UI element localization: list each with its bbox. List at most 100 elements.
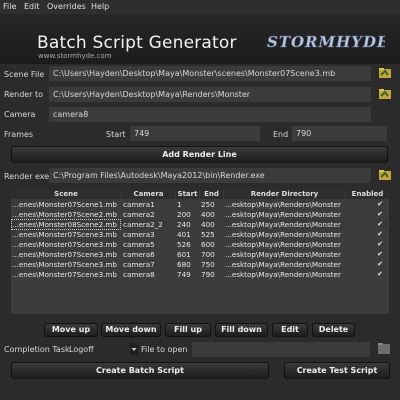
app-title: Batch Script Generator bbox=[37, 33, 237, 53]
col-header-camera[interactable]: Camera bbox=[122, 190, 175, 199]
add-render-line-button[interactable]: Add Render Line bbox=[11, 146, 388, 163]
table-cell-camera[interactable]: camera8 bbox=[123, 270, 175, 279]
col-header-render-directory[interactable]: Render Directory bbox=[224, 190, 345, 199]
edit-button[interactable]: Edit bbox=[272, 323, 308, 337]
table-cell-camera[interactable]: camera1 bbox=[123, 200, 175, 209]
table-cell-start[interactable]: 680 bbox=[177, 260, 199, 269]
move-down-button[interactable]: Move down bbox=[101, 323, 161, 337]
table-row[interactable]: ...enes\Monster07Scene3.mb camera6 601 700.… bbox=[11, 250, 389, 259]
fill-up-button[interactable]: Fill up bbox=[165, 323, 211, 337]
enabled-checkbox[interactable]: ✔ bbox=[375, 220, 385, 229]
table-row[interactable]: ...enes\Monster07Scene3.mb camera7 680 750.… bbox=[11, 260, 389, 269]
browse-scene-folder-icon[interactable] bbox=[378, 66, 392, 80]
table-row[interactable]: ...enes\Monster07Scene1.mb camera1 1 250...… bbox=[11, 200, 389, 209]
table-cell-scene[interactable]: ...enes\Monster07Scene2.mb bbox=[12, 210, 120, 219]
table-cell-start[interactable]: 526 bbox=[177, 240, 199, 249]
table-cell-dir[interactable]: ...esktop\Maya\Renders\Monster bbox=[225, 210, 345, 219]
table-cell-end[interactable]: 525 bbox=[201, 230, 223, 239]
table-cell-dir[interactable]: ...esktop\Maya\Renders\Monster bbox=[225, 250, 345, 259]
table-cell-dir[interactable]: ...esktop\Maya\Renders\Monster bbox=[225, 240, 345, 249]
table-cell-dir[interactable]: ...esktop\Maya\Renders\Monster bbox=[225, 220, 345, 229]
scene-file-field[interactable]: C:\Users\Hayden\Desktop\Maya\Monster\sce… bbox=[49, 66, 371, 81]
enabled-checkbox[interactable]: ✔ bbox=[375, 200, 385, 209]
end-frame-field[interactable]: 790 bbox=[292, 126, 387, 141]
table-cell-scene[interactable]: ...enes\Monster07Scene1.mb bbox=[12, 200, 120, 209]
col-header-enabled[interactable]: Enabled bbox=[346, 190, 389, 199]
table-cell-camera[interactable]: camera2_2 bbox=[123, 220, 175, 229]
camera-field[interactable]: camera8 bbox=[49, 107, 371, 122]
table-cell-scene[interactable]: ...enes\Monster07Scene3.mb bbox=[12, 240, 120, 249]
col-header-start[interactable]: Start bbox=[176, 190, 199, 199]
table-cell-end[interactable]: 600 bbox=[201, 240, 223, 249]
render-to-label: Render to bbox=[4, 90, 44, 99]
delete-button[interactable]: Delete bbox=[312, 323, 355, 337]
table-cell-start[interactable]: 200 bbox=[177, 210, 199, 219]
table-cell-scene[interactable]: ...enes\Monster07Scene3.mb bbox=[12, 270, 120, 279]
table-cell-scene[interactable]: ...enes\Monster07Scene3.mb bbox=[12, 260, 120, 269]
completion-task-select[interactable]: Logoff bbox=[67, 342, 128, 357]
table-cell-end[interactable]: 750 bbox=[201, 260, 223, 269]
table-cell-start[interactable]: 240 bbox=[177, 220, 199, 229]
menu-help[interactable]: Help bbox=[91, 2, 109, 11]
scene-file-label: Scene File bbox=[4, 70, 45, 79]
table-cell-start[interactable]: 749 bbox=[177, 270, 199, 279]
browse-render-folder-icon[interactable] bbox=[378, 87, 392, 101]
chevron-down-icon[interactable] bbox=[130, 343, 138, 355]
table-cell-end[interactable]: 700 bbox=[201, 250, 223, 259]
enabled-checkbox[interactable]: ✔ bbox=[375, 250, 385, 259]
render-exe-label: Render exe bbox=[4, 172, 50, 181]
render-exe-field[interactable]: C:\Program Files\Autodesk\Maya2012\bin\R… bbox=[49, 168, 371, 183]
table-row[interactable]: ...enes\Monster08Scene2.mb camera2_2 240 40… bbox=[11, 219, 389, 230]
browse-exe-folder-icon[interactable] bbox=[378, 168, 392, 182]
enabled-checkbox[interactable]: ✔ bbox=[375, 240, 385, 249]
table-cell-camera[interactable]: camera5 bbox=[123, 240, 175, 249]
table-cell-scene[interactable]: ...enes\Monster07Scene3.mb bbox=[12, 230, 120, 239]
table-cell-camera[interactable]: camera7 bbox=[123, 260, 175, 269]
menu-edit[interactable]: Edit bbox=[24, 2, 40, 11]
website-label: www.stormhyde.com bbox=[38, 52, 112, 60]
render-lines-table[interactable]: Scene Camera Start End Render Directory … bbox=[11, 190, 389, 314]
enabled-checkbox[interactable]: ✔ bbox=[375, 210, 385, 219]
fill-down-button[interactable]: Fill down bbox=[215, 323, 268, 337]
enabled-checkbox[interactable]: ✔ bbox=[375, 230, 385, 239]
table-cell-camera[interactable]: camera3 bbox=[123, 230, 175, 239]
table-cell-end[interactable]: 790 bbox=[201, 270, 223, 279]
frames-label: Frames bbox=[4, 130, 34, 139]
file-to-open-field[interactable] bbox=[192, 342, 370, 357]
table-cell-scene[interactable]: ...enes\Monster07Scene3.mb bbox=[12, 250, 120, 259]
table-cell-dir[interactable]: ...esktop\Maya\Renders\Monster bbox=[225, 230, 345, 239]
menu-overrides[interactable]: Overrides bbox=[47, 2, 86, 11]
table-cell-end[interactable]: 400 bbox=[201, 220, 223, 229]
col-header-scene[interactable]: Scene bbox=[11, 190, 121, 199]
table-row[interactable]: ...enes\Monster07Scene3.mb camera8 749 790.… bbox=[11, 270, 389, 279]
table-cell-end[interactable]: 250 bbox=[201, 200, 223, 209]
render-to-field[interactable]: C:\Users\Hayden\Desktop\Maya\Renders\Mon… bbox=[49, 87, 371, 102]
table-row[interactable]: ...enes\Monster07Scene3.mb camera5 526 600.… bbox=[11, 240, 389, 249]
table-cell-dir[interactable]: ...esktop\Maya\Renders\Monster bbox=[225, 260, 345, 269]
table-cell-start[interactable]: 601 bbox=[177, 250, 199, 259]
table-cell-dir[interactable]: ...esktop\Maya\Renders\Monster bbox=[225, 270, 345, 279]
create-test-script-button[interactable]: Create Test Script bbox=[284, 362, 390, 379]
col-header-end[interactable]: End bbox=[200, 190, 223, 199]
table-row[interactable]: ...enes\Monster07Scene2.mb camera2 200 400.… bbox=[11, 210, 389, 219]
stormhyde-logo: STORMHYDE bbox=[267, 33, 385, 52]
end-label: End bbox=[273, 130, 289, 139]
browse-file-to-open-icon[interactable] bbox=[377, 341, 392, 356]
table-cell-camera[interactable]: camera2 bbox=[123, 210, 175, 219]
move-up-button[interactable]: Move up bbox=[44, 323, 98, 337]
enabled-checkbox[interactable]: ✔ bbox=[375, 260, 385, 269]
table-cell-camera[interactable]: camera6 bbox=[123, 250, 175, 259]
enabled-checkbox[interactable]: ✔ bbox=[375, 270, 385, 279]
menu-file[interactable]: File bbox=[3, 2, 16, 11]
table-cell-end[interactable]: 400 bbox=[201, 210, 223, 219]
table-cell-scene[interactable]: ...enes\Monster08Scene2.mb bbox=[11, 219, 121, 230]
table-cell-start[interactable]: 1 bbox=[177, 200, 199, 209]
create-batch-script-button[interactable]: Create Batch Script bbox=[11, 362, 269, 379]
start-frame-field[interactable]: 749 bbox=[130, 126, 260, 141]
table-cell-dir[interactable]: ...esktop\Maya\Renders\Monster bbox=[225, 200, 345, 209]
table-cell-start[interactable]: 401 bbox=[177, 230, 199, 239]
start-label: Start bbox=[106, 130, 126, 139]
table-row[interactable]: ...enes\Monster07Scene3.mb camera3 401 525.… bbox=[11, 230, 389, 239]
completion-task-label: Completion Task bbox=[4, 345, 70, 354]
logo-text: STORMHYDE bbox=[267, 33, 385, 51]
